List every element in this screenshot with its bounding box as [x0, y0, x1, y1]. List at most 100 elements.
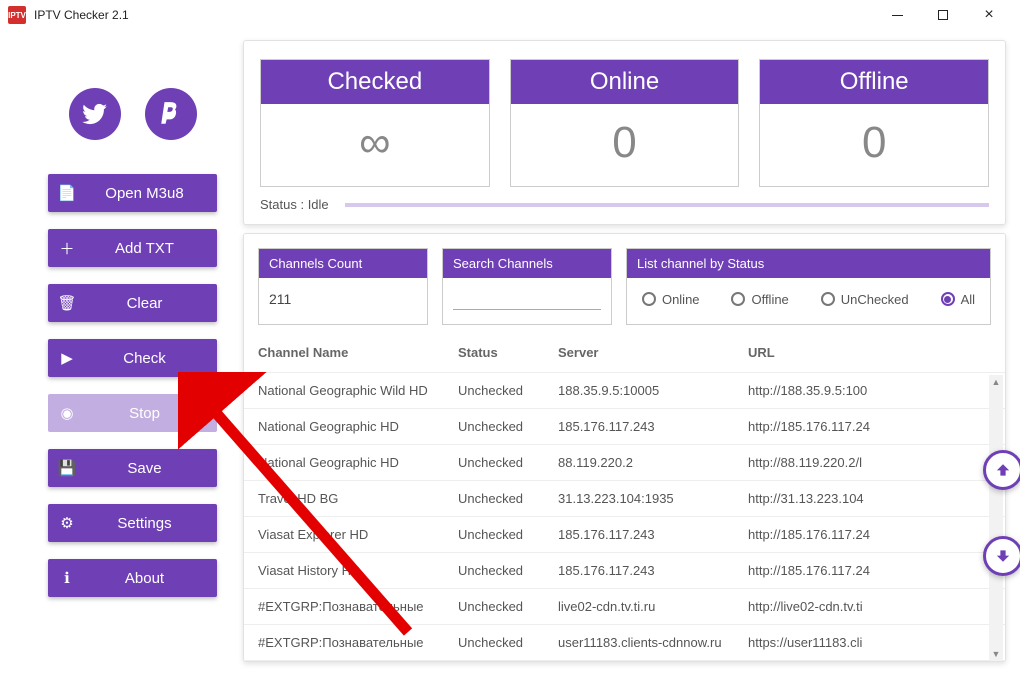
stat-offline-label: Offline — [760, 60, 988, 104]
cell-name: Viasat History HD — [244, 553, 444, 589]
scroll-up-icon[interactable]: ▲ — [989, 375, 1003, 389]
cell-name: Travel HD BG — [244, 481, 444, 517]
radio-unchecked[interactable]: UnChecked — [821, 292, 909, 307]
open-m3u8-button[interactable]: 📄 Open M3u8 — [48, 174, 217, 212]
table-row[interactable]: National Geographic Wild HDUnchecked188.… — [244, 373, 1005, 409]
search-channels-label: Search Channels — [443, 249, 611, 278]
file-icon: 📄 — [48, 184, 86, 202]
radio-offline-label: Offline — [751, 292, 788, 307]
cell-server: 88.119.220.2 — [544, 445, 734, 481]
cell-status: Unchecked — [444, 517, 544, 553]
col-status[interactable]: Status — [444, 335, 544, 373]
cell-server: 185.176.117.243 — [544, 517, 734, 553]
status-filter-label: List channel by Status — [627, 249, 990, 278]
minimize-button[interactable] — [874, 0, 920, 30]
stat-checked: Checked ∞ — [260, 59, 490, 187]
stat-checked-value: ∞ — [261, 104, 489, 186]
cell-url: http://185.176.117.24 — [734, 517, 1005, 553]
col-url[interactable]: URL — [734, 335, 1005, 373]
cell-url: http://188.35.9.5:100 — [734, 373, 1005, 409]
scroll-bottom-button[interactable] — [983, 536, 1020, 576]
twitter-icon[interactable] — [69, 88, 121, 140]
cell-name: Viasat Explorer HD — [244, 517, 444, 553]
radio-offline[interactable]: Offline — [731, 292, 788, 307]
cell-server: user11183.clients-cdnnow.ru — [544, 625, 734, 661]
settings-label: Settings — [86, 515, 217, 532]
table-row[interactable]: Viasat Explorer HDUnchecked185.176.117.2… — [244, 517, 1005, 553]
save-label: Save — [86, 460, 217, 477]
cell-server: 185.176.117.243 — [544, 409, 734, 445]
channels-table: Channel Name Status Server URL National … — [244, 335, 1005, 661]
col-server[interactable]: Server — [544, 335, 734, 373]
channels-count-label: Channels Count — [259, 249, 427, 278]
clear-button[interactable]: 🗑 Clear — [48, 284, 217, 322]
settings-button[interactable]: ⚙ Settings — [48, 504, 217, 542]
save-button[interactable]: 💾 Save — [48, 449, 217, 487]
about-label: About — [86, 570, 217, 587]
app-icon: IPTV — [8, 6, 26, 24]
check-button[interactable]: ▶ Check — [48, 339, 217, 377]
stat-checked-label: Checked — [261, 60, 489, 104]
cell-server: live02-cdn.tv.ti.ru — [544, 589, 734, 625]
trash-icon: 🗑 — [48, 294, 86, 312]
channels-table-wrap: Channel Name Status Server URL National … — [244, 335, 1005, 661]
channels-count-value: 211 — [269, 291, 291, 307]
table-row[interactable]: Viasat History HDUnchecked185.176.117.24… — [244, 553, 1005, 589]
cell-url: http://88.119.220.2/l — [734, 445, 1005, 481]
stop-icon: ◉ — [48, 404, 86, 422]
radio-online[interactable]: Online — [642, 292, 700, 307]
status-filter-box: List channel by Status Online Offline Un… — [626, 248, 991, 325]
cell-status: Unchecked — [444, 625, 544, 661]
cell-status: Unchecked — [444, 481, 544, 517]
cell-status: Unchecked — [444, 409, 544, 445]
info-icon: ℹ — [48, 569, 86, 587]
about-button[interactable]: ℹ About — [48, 559, 217, 597]
stat-online-label: Online — [511, 60, 739, 104]
stat-online-value: 0 — [511, 104, 739, 186]
table-row[interactable]: #EXTGRP:ПознавательныеUncheckeduser11183… — [244, 625, 1005, 661]
cell-status: Unchecked — [444, 373, 544, 409]
main-panel: Checked ∞ Online 0 Offline 0 Status : Id… — [235, 30, 1020, 680]
table-row[interactable]: National Geographic HDUnchecked185.176.1… — [244, 409, 1005, 445]
stop-button[interactable]: ◉ Stop — [48, 394, 217, 432]
cell-status: Unchecked — [444, 589, 544, 625]
add-txt-button[interactable]: ＋ Add TXT — [48, 229, 217, 267]
table-row[interactable]: #EXTGRP:ПознавательныеUncheckedlive02-cd… — [244, 589, 1005, 625]
table-row[interactable]: Travel HD BGUnchecked31.13.223.104:1935h… — [244, 481, 1005, 517]
scroll-top-button[interactable] — [983, 450, 1020, 490]
plus-icon: ＋ — [48, 238, 86, 259]
stats-card: Checked ∞ Online 0 Offline 0 Status : Id… — [243, 40, 1006, 225]
cell-url: http://185.176.117.24 — [734, 553, 1005, 589]
cell-name: #EXTGRP:Познавательные — [244, 625, 444, 661]
table-row[interactable]: National Geographic HDUnchecked88.119.22… — [244, 445, 1005, 481]
search-input[interactable] — [453, 290, 601, 310]
cell-url: http://live02-cdn.tv.ti — [734, 589, 1005, 625]
paypal-icon[interactable] — [145, 88, 197, 140]
maximize-button[interactable] — [920, 0, 966, 30]
search-channels-box: Search Channels — [442, 248, 612, 325]
cell-server: 188.35.9.5:10005 — [544, 373, 734, 409]
cell-name: National Geographic HD — [244, 445, 444, 481]
cell-name: National Geographic HD — [244, 409, 444, 445]
cell-name: #EXTGRP:Познавательные — [244, 589, 444, 625]
progress-bar — [345, 203, 989, 207]
close-button[interactable]: × — [966, 0, 1012, 30]
clear-label: Clear — [86, 295, 217, 312]
radio-unchecked-label: UnChecked — [841, 292, 909, 307]
cell-server: 185.176.117.243 — [544, 553, 734, 589]
add-txt-label: Add TXT — [86, 240, 217, 257]
scroll-down-icon[interactable]: ▼ — [989, 647, 1003, 661]
filter-card: Channels Count 211 Search Channels List … — [243, 233, 1006, 662]
cell-status: Unchecked — [444, 445, 544, 481]
cell-server: 31.13.223.104:1935 — [544, 481, 734, 517]
check-label: Check — [86, 350, 217, 367]
radio-all[interactable]: All — [941, 292, 975, 307]
col-channel-name[interactable]: Channel Name — [244, 335, 444, 373]
channels-count-box: Channels Count 211 — [258, 248, 428, 325]
stat-online: Online 0 — [510, 59, 740, 187]
titlebar: IPTV IPTV Checker 2.1 × — [0, 0, 1020, 30]
cell-status: Unchecked — [444, 553, 544, 589]
radio-all-label: All — [961, 292, 975, 307]
cell-url: http://31.13.223.104 — [734, 481, 1005, 517]
window-title: IPTV Checker 2.1 — [34, 8, 129, 22]
